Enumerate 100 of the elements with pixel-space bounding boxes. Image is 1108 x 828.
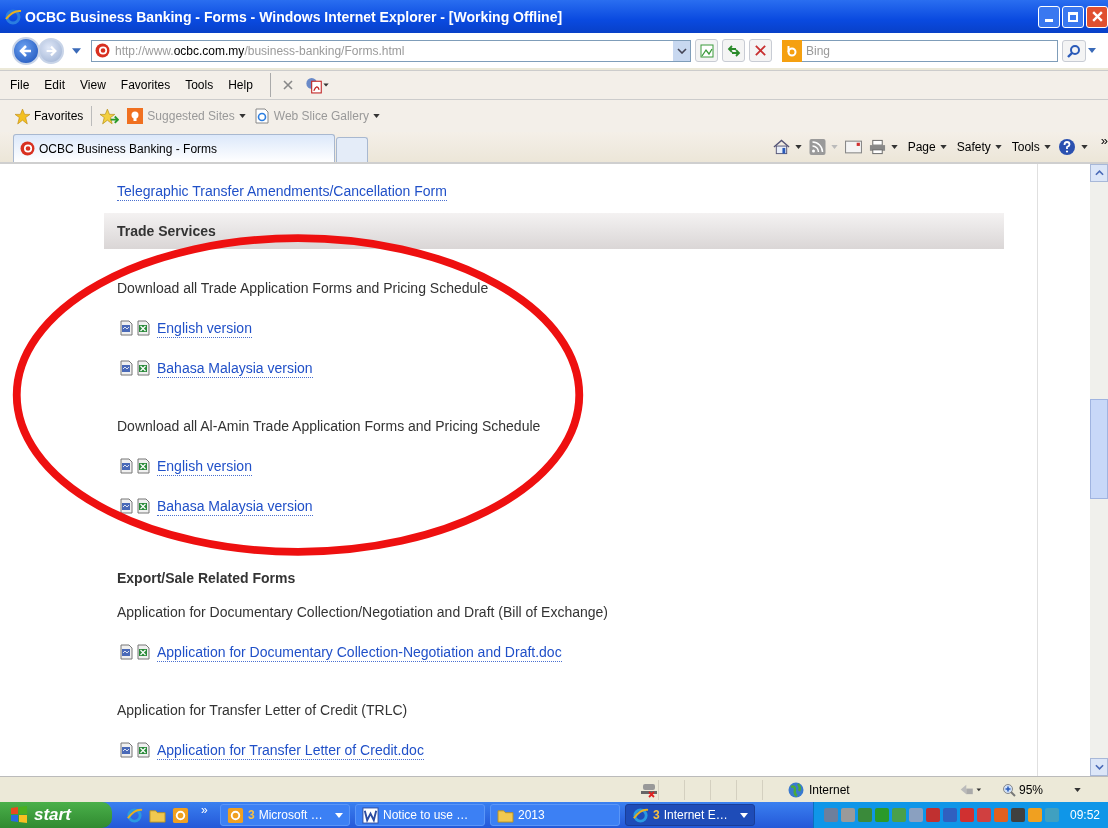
browser-tab[interactable]: OCBC Business Banking - Forms xyxy=(13,134,335,162)
zoom-button[interactable]: 95% xyxy=(1002,782,1082,797)
search-field[interactable]: Bing xyxy=(802,39,1058,62)
zoom-icon xyxy=(1002,782,1016,797)
scroll-thumb[interactable] xyxy=(1090,399,1108,499)
tray-icon[interactable] xyxy=(1010,808,1025,822)
page-icon xyxy=(699,43,714,58)
help-icon[interactable] xyxy=(1057,138,1076,156)
dropdown-icon[interactable] xyxy=(1080,145,1088,149)
address-field[interactable]: http://www.ocbc.com.my/business-banking/Forms.html xyxy=(91,39,691,62)
security-zone: Internet xyxy=(809,782,850,797)
add-favorite-icon[interactable] xyxy=(100,107,120,125)
forward-arrow-icon xyxy=(44,43,58,58)
address-dropdown-button[interactable] xyxy=(673,40,690,61)
spreadsheet-icon xyxy=(136,742,150,758)
favorites-button[interactable]: Favorites xyxy=(14,107,84,125)
dropdown-icon[interactable] xyxy=(794,145,802,149)
browser-icon[interactable] xyxy=(126,806,143,824)
download-link[interactable]: Bahasa Malaysia version xyxy=(157,358,313,378)
menu-item[interactable]: Help xyxy=(228,78,253,92)
spreadsheet-icon xyxy=(136,644,150,660)
browser-icon xyxy=(4,7,22,26)
quick-launch-more[interactable]: » xyxy=(201,803,208,817)
scroll-down-button[interactable] xyxy=(1090,758,1108,776)
dropdown-icon[interactable] xyxy=(1088,48,1096,53)
download-link[interactable]: English version xyxy=(157,318,252,338)
globe-icon xyxy=(788,781,804,798)
more-commands-button[interactable]: » xyxy=(1100,132,1108,148)
caret-icon xyxy=(1074,787,1082,792)
download-link[interactable]: Application for Documentary Collection-Negotiation and Draft.doc xyxy=(157,642,562,662)
url-text: http://www.ocbc.com.my/business-banking/Forms.html xyxy=(115,43,405,58)
offline-icon xyxy=(640,781,658,798)
new-tab-button[interactable] xyxy=(336,137,368,162)
taskbar-button[interactable]: 3 Internet E… xyxy=(625,804,755,826)
description-text: Download all Trade Application Forms and Pricing Schedule xyxy=(117,279,489,298)
scroll-up-button[interactable] xyxy=(1090,164,1108,182)
search-provider-icon xyxy=(782,39,802,62)
subheading: Export/Sale Related Forms xyxy=(117,569,296,588)
web-page-icon xyxy=(253,108,270,124)
caret-icon xyxy=(939,145,947,149)
stop-button[interactable] xyxy=(749,39,772,62)
document-icon xyxy=(119,360,133,376)
lightbulb-icon xyxy=(127,108,144,124)
mail-icon[interactable] xyxy=(844,139,862,155)
site-icon xyxy=(95,43,110,58)
taskbar-button[interactable]: 3 Microsoft … xyxy=(220,804,350,826)
restore-button[interactable] xyxy=(1062,5,1084,28)
dropdown-icon[interactable] xyxy=(72,47,81,54)
star-icon xyxy=(14,107,31,125)
description-text: Application for Transfer Letter of Credit (TRLC) xyxy=(117,701,408,720)
document-icon xyxy=(119,498,133,514)
menu-item[interactable]: Edit xyxy=(44,78,66,92)
command-menu[interactable]: Safety xyxy=(956,140,1002,154)
close-button[interactable] xyxy=(1086,5,1108,28)
command-menu[interactable]: Page xyxy=(907,140,947,154)
tray-icon[interactable] xyxy=(925,808,940,822)
spreadsheet-icon xyxy=(136,360,150,376)
word-document-icon xyxy=(362,806,379,824)
search-icon xyxy=(1067,43,1081,58)
taskbar-button[interactable]: 2013 xyxy=(490,804,620,826)
back-button[interactable] xyxy=(12,36,40,65)
refresh-button[interactable] xyxy=(722,39,745,62)
menu-item[interactable]: Favorites xyxy=(120,78,171,92)
description-text: Download all Al-Amin Trade Application Forms and Pricing Schedule xyxy=(117,417,541,436)
command-menu[interactable]: Tools xyxy=(1011,140,1051,154)
search-button[interactable] xyxy=(1062,39,1086,62)
form-link[interactable]: Telegraphic Transfer Amendments/Cancellation Form xyxy=(117,182,447,201)
document-icon xyxy=(119,320,133,336)
taskbar-button[interactable]: Notice to use … xyxy=(355,804,485,826)
tray-icon[interactable] xyxy=(976,808,991,822)
spreadsheet-icon xyxy=(136,320,150,336)
browser-icon xyxy=(632,806,649,824)
menu-item[interactable]: View xyxy=(80,78,106,92)
caret-icon xyxy=(335,812,343,818)
mail-app-icon[interactable] xyxy=(172,806,189,824)
pdf-icon[interactable] xyxy=(304,76,329,94)
tray-icon[interactable] xyxy=(942,808,957,822)
section-header: Trade Services xyxy=(104,213,1004,249)
download-link[interactable]: Bahasa Malaysia version xyxy=(157,496,313,516)
tray-icon[interactable] xyxy=(959,808,974,822)
menu-item[interactable]: Tools xyxy=(185,78,214,92)
feed-icon[interactable] xyxy=(808,139,826,155)
home-icon[interactable] xyxy=(772,139,790,155)
dropdown-icon[interactable] xyxy=(890,145,898,149)
close-icon[interactable] xyxy=(282,80,293,90)
scrollbar[interactable] xyxy=(1090,164,1108,776)
close-icon xyxy=(1090,10,1104,23)
download-link[interactable]: Application for Transfer Letter of Credit.doc xyxy=(157,740,424,760)
minimize-button[interactable] xyxy=(1038,5,1060,28)
chevron-icon xyxy=(676,47,687,54)
download-link[interactable]: English version xyxy=(157,456,252,476)
print-icon[interactable] xyxy=(868,139,886,155)
compatibility-button[interactable] xyxy=(695,39,718,62)
spreadsheet-icon xyxy=(136,498,150,514)
menu-item[interactable]: File xyxy=(10,78,30,92)
stop-icon xyxy=(754,44,767,57)
minimize-icon xyxy=(1045,19,1053,22)
refresh-icon xyxy=(726,43,741,58)
spreadsheet-icon xyxy=(136,458,150,474)
protected-mode-icon[interactable] xyxy=(958,783,982,796)
